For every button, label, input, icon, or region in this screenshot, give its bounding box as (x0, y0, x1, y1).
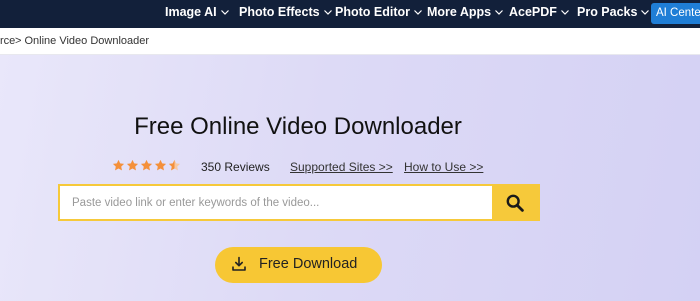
nav-label: More Apps (427, 5, 492, 19)
free-download-button[interactable]: Free Download (215, 247, 382, 283)
review-count: 350 Reviews (201, 160, 270, 174)
supported-sites-link[interactable]: Supported Sites >> (290, 160, 393, 174)
search-button[interactable] (492, 186, 538, 219)
breadcrumb: rce > Online Video Downloader (0, 28, 700, 55)
nav-acepdf[interactable]: AcePDF (509, 0, 569, 24)
nav-label: Pro Packs (577, 5, 638, 19)
nav-label: AcePDF (509, 5, 557, 19)
breadcrumb-current: > Online Video Downloader (15, 35, 150, 47)
nav-more-apps[interactable]: More Apps (427, 0, 504, 24)
search-input[interactable] (60, 186, 492, 219)
star-icon (154, 159, 167, 171)
star-icon (112, 159, 125, 171)
chevron-down-icon (220, 0, 229, 22)
chevron-down-icon (323, 0, 332, 22)
nav-pro-packs[interactable]: Pro Packs (577, 0, 650, 24)
nav-label: Photo Effects (239, 5, 320, 19)
ai-center-button[interactable]: AI Center (651, 3, 700, 24)
page-title: Free Online Video Downloader (134, 113, 462, 140)
nav-label: Image AI (165, 5, 217, 19)
star-icon (126, 159, 139, 171)
nav-photo-editor[interactable]: Photo Editor (335, 0, 422, 24)
top-navigation: Image AI Photo Effects Photo Editor More… (0, 0, 700, 28)
search-icon (506, 194, 524, 212)
nav-label: Photo Editor (335, 5, 410, 19)
chevron-down-icon (495, 0, 504, 22)
chevron-down-icon (414, 0, 422, 22)
download-icon (232, 256, 246, 271)
half-star-icon (168, 159, 181, 171)
chevron-down-icon (561, 0, 569, 22)
search-box (58, 184, 540, 221)
nav-photo-effects[interactable]: Photo Effects (239, 0, 332, 24)
download-label: Free Download (259, 256, 358, 272)
rating-stars (112, 159, 182, 173)
chevron-down-icon (641, 0, 650, 22)
breadcrumb-link[interactable]: rce (0, 28, 15, 55)
star-icon (140, 159, 153, 171)
nav-image-ai[interactable]: Image AI (165, 0, 229, 24)
how-to-use-link[interactable]: How to Use >> (404, 160, 483, 174)
